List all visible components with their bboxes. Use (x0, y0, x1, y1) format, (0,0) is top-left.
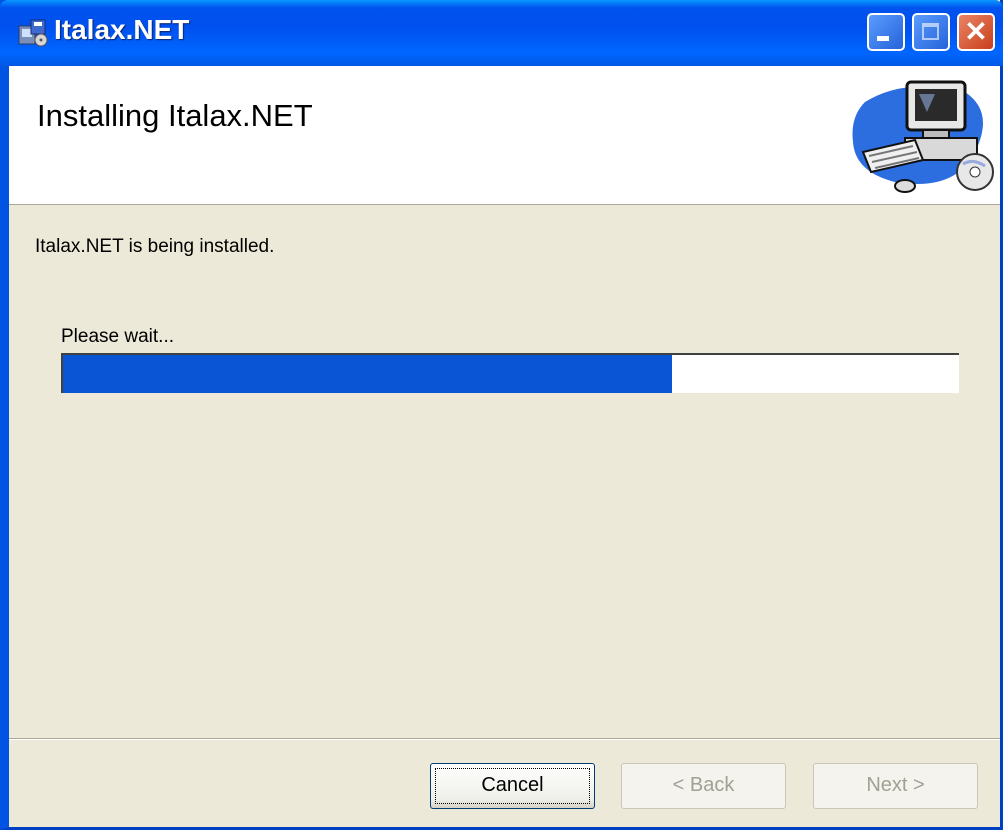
next-button[interactable]: Next > (813, 763, 978, 809)
window-title: Italax.NET (54, 14, 190, 45)
progress-fill (63, 355, 673, 393)
wait-label: Please wait... (61, 326, 174, 347)
minimize-icon (877, 36, 889, 41)
maximize-icon (922, 23, 939, 40)
computer-setup-icon (852, 80, 994, 193)
install-progress-bar (61, 353, 959, 393)
back-button[interactable]: < Back (621, 763, 786, 809)
wizard-header: Installing Italax.NET (9, 66, 1000, 205)
close-button[interactable]: ✕ (957, 13, 995, 51)
footer-divider (9, 738, 1000, 740)
cancel-button[interactable]: Cancel (430, 763, 595, 809)
title-bar[interactable]: Italax.NET ✕ (0, 0, 1003, 66)
maximize-button[interactable] (912, 13, 950, 51)
installer-window: Italax.NET ✕ Installing Italax.NET Itala… (0, 0, 1003, 830)
close-icon: ✕ (964, 16, 988, 47)
installer-app-icon (18, 19, 48, 47)
minimize-button[interactable] (867, 13, 905, 51)
status-text: Italax.NET is being installed. (35, 236, 275, 257)
page-title: Installing Italax.NET (37, 98, 313, 133)
